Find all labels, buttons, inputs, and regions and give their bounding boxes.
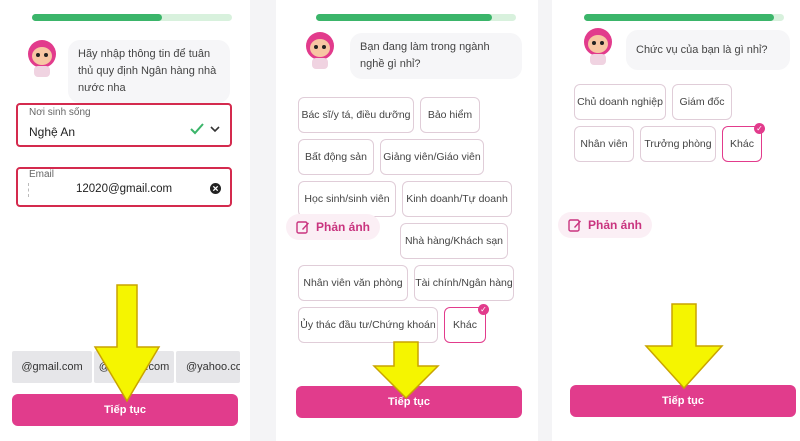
residence-label: Nơi sinh sống (29, 107, 91, 118)
suggestion-yahoo[interactable]: @yahoo.com (176, 351, 240, 383)
email-label: Email (29, 169, 55, 180)
yellow-arrow-annotation (93, 284, 161, 403)
screen-location-email: Hãy nhập thông tin để tuân thủ quy định … (0, 0, 250, 441)
option-head-of-department[interactable]: Trưởng phòng (640, 126, 716, 162)
screen-position: Chức vụ của bạn là gì nhỉ? Chủ doanh ngh… (552, 0, 800, 441)
clear-icon[interactable] (210, 183, 221, 194)
mascot-avatar (306, 32, 334, 69)
option-hospitality[interactable]: Nhà hàng/Khách sạn (400, 223, 508, 259)
selected-check-icon: ✓ (754, 123, 765, 134)
option-student[interactable]: Học sinh/sinh viên (298, 181, 396, 217)
progress-bar (316, 14, 516, 21)
option-director[interactable]: Giám đốc (672, 84, 732, 120)
bot-message-bubble: Hãy nhập thông tin để tuân thủ quy định … (68, 40, 230, 103)
yellow-arrow-annotation (372, 341, 440, 400)
edit-icon (568, 219, 581, 232)
option-other[interactable]: Khác ✓ (722, 123, 765, 162)
email-value: 12020@gmail.com (76, 183, 173, 195)
feedback-label: Phản ánh (588, 218, 643, 232)
feedback-button[interactable]: Phản ánh (286, 214, 381, 240)
option-teacher[interactable]: Giảng viên/Giáo viên (380, 139, 484, 175)
option-real-estate[interactable]: Bất động sản (298, 139, 374, 175)
mascot-avatar (28, 40, 56, 77)
option-insurance[interactable]: Bảo hiểm (420, 97, 480, 133)
option-staff[interactable]: Nhân viên (574, 126, 634, 162)
suggestion-gmail[interactable]: @gmail.com (12, 351, 92, 383)
option-other[interactable]: Khác ✓ (444, 304, 489, 343)
mascot-avatar (584, 28, 612, 65)
option-business[interactable]: Kinh doanh/Tự doanh (402, 181, 512, 217)
check-icon (190, 123, 204, 135)
selected-check-icon: ✓ (478, 304, 489, 315)
bot-message-bubble: Chức vụ của bạn là gì nhỉ? (626, 30, 790, 70)
redacted-text (28, 183, 32, 197)
option-finance-banking[interactable]: Tài chính/Ngân hàng (414, 265, 514, 301)
screen-occupation: Bạn đang làm trong ngành nghề gì nhỉ? Bá… (276, 0, 538, 441)
option-other-label: Khác (453, 319, 477, 331)
progress-bar (584, 14, 784, 21)
email-field[interactable]: Email 12020@gmail.com (16, 167, 232, 207)
residence-value: Nghệ An (29, 125, 76, 139)
option-investment[interactable]: Ủy thác đầu tư/Chứng khoán (298, 307, 438, 343)
bot-message-bubble: Bạn đang làm trong ngành nghề gì nhỉ? (350, 33, 522, 79)
yellow-arrow-annotation (644, 303, 724, 390)
option-doctor-nurse[interactable]: Bác sĩ/y tá, điều dưỡng (298, 97, 414, 133)
chevron-down-icon (210, 126, 220, 133)
option-other-label: Khác (730, 138, 754, 150)
option-office-staff[interactable]: Nhân viên văn phòng (298, 265, 408, 301)
progress-bar (32, 14, 232, 21)
feedback-button[interactable]: Phản ánh (558, 212, 653, 238)
option-business-owner[interactable]: Chủ doanh nghiệp (574, 84, 666, 120)
feedback-label: Phản ánh (316, 220, 371, 234)
residence-select[interactable]: Nơi sinh sống Nghệ An (16, 103, 232, 147)
edit-icon (296, 221, 309, 234)
